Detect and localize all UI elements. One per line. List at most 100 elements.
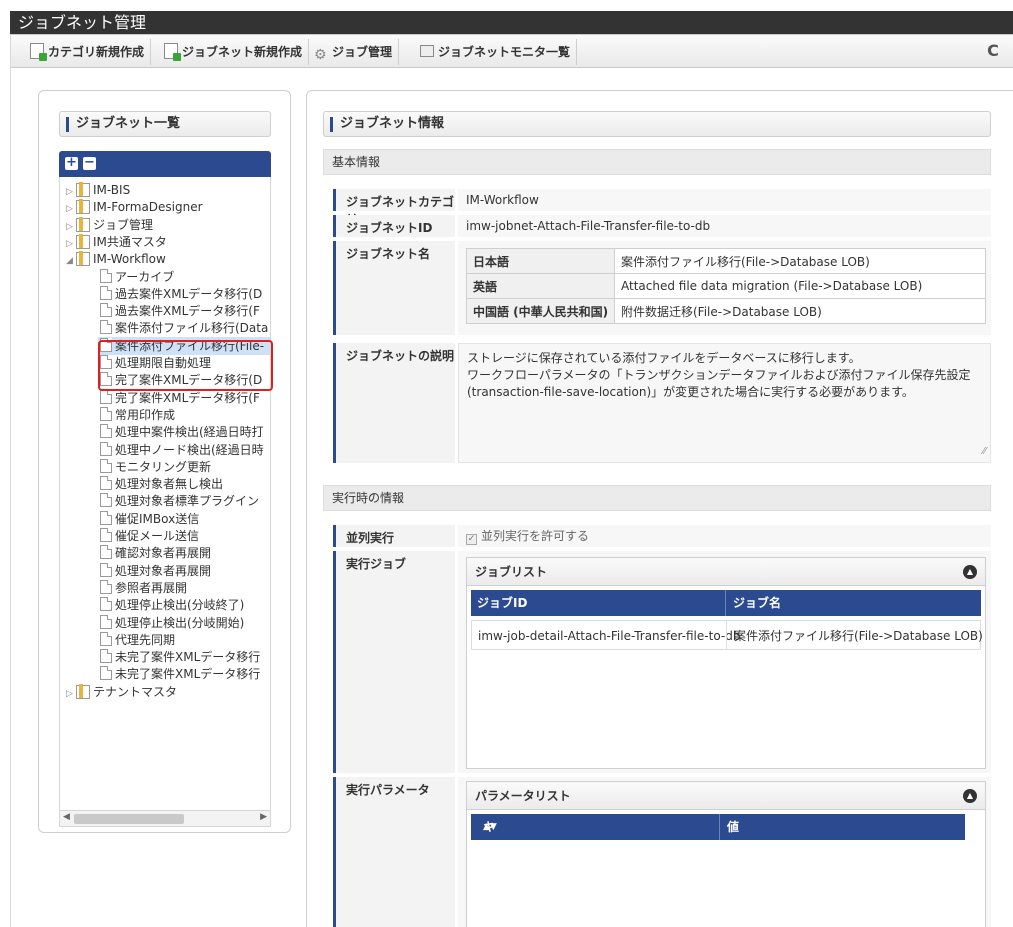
window-icon <box>420 45 434 57</box>
job-manage-label: ジョブ管理 <box>332 45 393 59</box>
table-row[interactable]: imw-job-detail-Attach-File-Transfer-file… <box>471 620 983 650</box>
col-job-name[interactable]: ジョブ名 <box>727 590 781 616</box>
tree-leaf-node[interactable]: 常用印作成 <box>100 406 175 424</box>
tree-folder-node[interactable]: ▷ IM共通マスタ <box>66 233 167 251</box>
new-jobnet-button[interactable]: ジョブネット新規作成 <box>158 39 310 65</box>
tree-leaf-node[interactable]: アーカイブ <box>100 268 174 286</box>
cell-divider <box>726 621 727 649</box>
refresh-icon[interactable]: C <box>983 41 1003 61</box>
scroll-right-icon[interactable]: ▶ <box>260 812 267 822</box>
collapse-all-icon[interactable]: − <box>83 156 96 170</box>
tree-leaf-node[interactable]: 参照者再展開 <box>100 579 187 597</box>
tree-leaf-node[interactable]: 過去案件XMLデータ移行(D <box>100 285 262 303</box>
document-icon <box>100 493 112 508</box>
tree-node-label: 案件添付ファイル移行(Data <box>115 321 269 336</box>
tree-leaf-node[interactable]: 処理対象者無し検出 <box>100 475 223 493</box>
toolbar: カテゴリ新規作成 ジョブネット新規作成 ⚙ ジョブ管理 ジョブネットモニタ一覧 C <box>10 34 1013 68</box>
tree-node-label: 処理中案件検出(経過日時打 <box>115 425 264 440</box>
tree-node-label: 未完了案件XMLデータ移行 <box>115 650 261 665</box>
document-icon <box>100 562 112 577</box>
document-icon <box>100 510 112 525</box>
jobnet-name-table: 日本語 案件添付ファイル移行(File->Database LOB) 英語 Atta… <box>466 248 986 324</box>
tree-node-label: IM-FormaDesigner <box>93 200 203 215</box>
tree-leaf-node[interactable]: 処理中案件検出(経過日時打 <box>100 423 264 441</box>
tree-leaf-node[interactable]: 未完了案件XMLデータ移行 <box>100 665 260 683</box>
checkbox-checked-icon: ✓ <box>466 534 477 545</box>
folder-icon <box>76 199 90 215</box>
new-category-button[interactable]: カテゴリ新規作成 <box>24 39 152 65</box>
selection-highlight-box <box>98 340 273 391</box>
tree-node-label: モニタリング更新 <box>115 459 212 474</box>
category-label: ジョブネットカテゴリ <box>333 189 455 226</box>
document-icon <box>100 285 112 300</box>
tree-leaf-node[interactable]: 催促IMBox送信 <box>100 510 199 528</box>
tree-toolbar: + − <box>59 151 271 177</box>
document-icon <box>100 406 112 421</box>
collapse-icon[interactable]: ▲ <box>963 565 977 579</box>
jobnet-tree-container: + − ▷ IM-BIS ▷ IM-FormaDesigner ▷ ジョブ管理 ▷ IM共通マ… <box>59 151 271 871</box>
tree-leaf-node[interactable]: 過去案件XMLデータ移行(F <box>100 302 260 320</box>
document-icon <box>100 389 112 404</box>
folder-icon <box>76 233 90 249</box>
tree-folder-node[interactable]: ▷ IM-BIS <box>66 181 130 199</box>
description-line: ストレージに保存されている添付ファイルをデータベースに移行します。 <box>467 351 861 365</box>
tree-leaf-node[interactable]: 未完了案件XMLデータ移行 <box>100 648 260 666</box>
tree-node-label: 処理停止検出(分岐終了) <box>115 598 245 613</box>
jobnet-id-value: imw-jobnet-Attach-File-Transfer-file-to-… <box>458 215 991 237</box>
tree-leaf-node[interactable]: 案件添付ファイル移行(Data <box>100 319 268 337</box>
parallel-value: 並列実行を許可する <box>481 529 590 543</box>
folder-icon <box>76 216 90 232</box>
tree-horizontal-scrollbar[interactable]: ◀ ▶ <box>59 811 271 827</box>
app-title: ジョブネット管理 <box>18 13 147 32</box>
tree-node-label: ジョブ管理 <box>93 217 154 232</box>
jobnet-description-textarea[interactable]: ストレージに保存されている添付ファイルをデータベースに移行します。 ワークフロー… <box>458 343 991 463</box>
tree-leaf-node[interactable]: 処理停止検出(分岐終了) <box>100 596 244 614</box>
collapse-icon[interactable]: ▲ <box>963 789 977 803</box>
expand-all-icon[interactable]: + <box>65 156 78 170</box>
window-title-bar: ジョブネット管理 <box>10 11 1013 34</box>
tree-folder-node[interactable]: ◢ IM-Workflow <box>66 250 166 268</box>
gear-icon: ⚙ <box>314 47 327 63</box>
new-document-icon <box>164 43 181 61</box>
jobnet-info-panel: ジョブネット情報 基本情報 ジョブネットカテゴリ IM-Workflow ジョブ… <box>306 90 1013 927</box>
collapsed-arrow-icon[interactable]: ▷ <box>66 685 76 703</box>
scrollbar-thumb[interactable] <box>74 814 184 824</box>
tree-node-label: 過去案件XMLデータ移行(F <box>115 304 260 319</box>
tree-node-label: 処理停止検出(分岐開始) <box>115 615 245 630</box>
job-list-header: ジョブID ジョブ名 <box>471 590 981 616</box>
jobnet-name-label: ジョブネット名 <box>333 241 455 335</box>
param-label: 実行パラメータ <box>333 777 455 927</box>
tree-folder-node[interactable]: ▷ ジョブ管理 <box>66 216 153 234</box>
document-icon <box>100 303 112 318</box>
resize-handle-icon[interactable]: ⁄⁄ <box>983 443 986 460</box>
parallel-checkbox[interactable]: ✓ 並列実行を許可する <box>458 525 991 547</box>
tree-leaf-node[interactable]: モニタリング更新 <box>100 458 211 476</box>
expanded-arrow-icon[interactable]: ◢ <box>66 252 76 270</box>
tree-leaf-node[interactable]: 処理対象者標準プラグイン <box>100 492 259 510</box>
tree-leaf-node[interactable]: 催促メール送信 <box>100 527 199 545</box>
col-value[interactable]: 値 <box>721 814 739 840</box>
tree-leaf-node[interactable]: 処理対象者再展開 <box>100 562 211 580</box>
name-lang: 中国語 (中華人民共和国) <box>466 298 615 324</box>
job-name-cell: 案件添付ファイル移行(File->Database LOB) <box>734 629 983 643</box>
tree-folder-node[interactable]: ▷ IM-FormaDesigner <box>66 198 203 216</box>
tree-leaf-node[interactable]: 処理停止検出(分岐開始) <box>100 614 244 632</box>
tree-leaf-node[interactable]: 完了案件XMLデータ移行(F <box>100 389 260 407</box>
tree-node-label: 処理対象者無し検出 <box>115 477 224 492</box>
name-row-ja: 日本語 案件添付ファイル移行(File->Database LOB) <box>466 248 986 274</box>
basic-info-header: 基本情報 <box>323 149 991 175</box>
col-job-id[interactable]: ジョブID <box>471 590 527 616</box>
tree-node-label: 完了案件XMLデータ移行(F <box>115 390 260 405</box>
document-icon <box>100 458 112 473</box>
tree-leaf-node[interactable]: 代理先同期 <box>100 631 175 649</box>
scroll-left-icon[interactable]: ◀ <box>63 812 70 822</box>
document-icon <box>100 424 112 439</box>
document-icon <box>100 441 112 456</box>
tree-folder-node[interactable]: ▷ テナントマスタ <box>66 683 177 701</box>
name-row-zh: 中国語 (中華人民共和国) 附件数据迁移(File->Database LOB) <box>466 298 986 324</box>
job-manage-button[interactable]: ⚙ ジョブ管理 <box>308 39 400 65</box>
tree-leaf-node[interactable]: 確認対象者再展開 <box>100 544 211 562</box>
document-icon <box>100 649 112 664</box>
jobnet-monitor-button[interactable]: ジョブネットモニタ一覧 <box>414 39 578 65</box>
tree-leaf-node[interactable]: 処理中ノード検出(経過日時 <box>100 441 264 459</box>
